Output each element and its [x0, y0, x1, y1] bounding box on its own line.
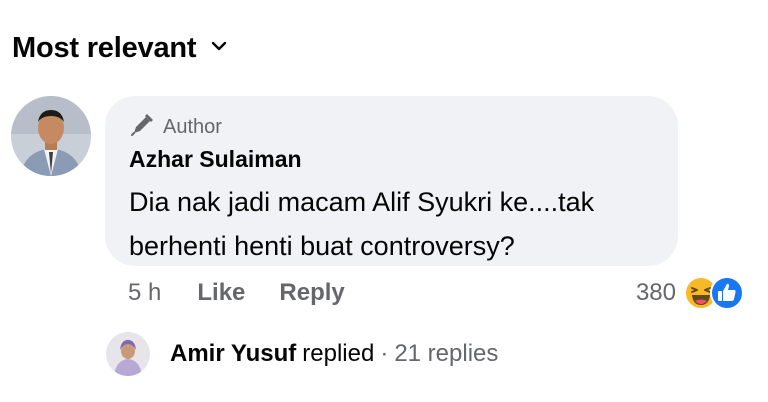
separator-dot: ·: [380, 340, 389, 367]
view-replies[interactable]: Amir Yusuf replied · 21 replies: [106, 332, 499, 376]
comment-author[interactable]: Azhar Sulaiman: [129, 146, 302, 173]
replier-name: Amir Yusuf: [170, 340, 297, 367]
comment-actions: 5 h Like Reply: [128, 275, 345, 311]
badge-label: Author: [163, 116, 222, 138]
reaction-count: 380: [635, 279, 676, 306]
sort-dropdown[interactable]: Most relevant: [12, 28, 228, 68]
avatar[interactable]: [11, 96, 91, 176]
like-button[interactable]: Like: [197, 279, 245, 307]
chevron-down-icon: [210, 37, 228, 60]
pen-icon: [129, 112, 155, 143]
comment-bubble: Author Azhar Sulaiman Dia nak jadi macam…: [105, 96, 678, 266]
replier-avatar: [106, 332, 150, 376]
comment-text: Dia nak jadi macam Alif Syukri ke....tak…: [129, 187, 595, 261]
like-icon: [710, 276, 744, 310]
sort-label: Most relevant: [12, 31, 197, 64]
comment-timestamp[interactable]: 5 h: [128, 279, 161, 307]
replied-text: replied: [302, 340, 375, 367]
author-badge: Author: [129, 112, 222, 143]
reply-button[interactable]: Reply: [279, 279, 344, 307]
reply-count: 21 replies: [394, 340, 499, 367]
reactions-summary[interactable]: 380: [636, 275, 748, 311]
